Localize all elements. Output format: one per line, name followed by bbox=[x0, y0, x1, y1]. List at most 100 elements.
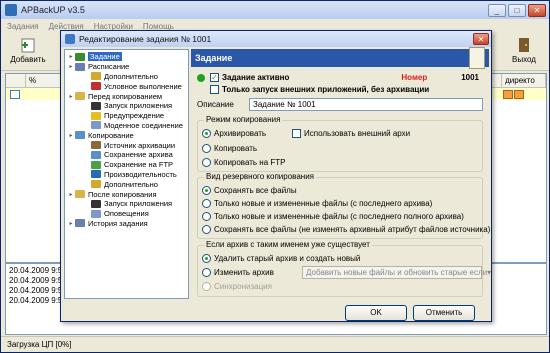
grid-col-blank[interactable] bbox=[6, 74, 26, 87]
tree-expander-icon[interactable]: ▸ bbox=[67, 220, 75, 227]
tree-node-icon bbox=[91, 199, 101, 208]
add-button-label: Добавить bbox=[10, 55, 46, 64]
backup-all-keep-attr-label: Сохранять все файлы (не изменять архивны… bbox=[214, 225, 491, 234]
active-status-icon bbox=[197, 73, 205, 82]
tree-item[interactable]: Запуск приложения bbox=[65, 101, 188, 111]
tree-node-icon bbox=[91, 101, 101, 110]
external-archiver-checkbox[interactable] bbox=[292, 129, 301, 138]
tree-item[interactable]: ▸ Перед копированием bbox=[65, 91, 188, 101]
tree-item[interactable]: ▸ Копирование bbox=[65, 130, 188, 140]
tree-item[interactable]: Дополнительно bbox=[65, 179, 188, 189]
archive-radio[interactable] bbox=[202, 129, 211, 138]
tree-expander-icon[interactable]: ▸ bbox=[67, 191, 75, 198]
tree-item[interactable]: ▸ Задание bbox=[65, 52, 188, 62]
status-x-icon bbox=[503, 89, 513, 99]
tree-node-icon bbox=[75, 52, 85, 61]
tree-node-icon bbox=[91, 150, 101, 159]
tree-item[interactable]: Условное выполнение bbox=[65, 81, 188, 91]
tree-item[interactable]: ▸ После копирования bbox=[65, 189, 188, 199]
copy-ftp-radio[interactable] bbox=[202, 158, 211, 167]
modify-archive-radio[interactable] bbox=[202, 268, 211, 277]
task-active-checkbox[interactable]: ✓ bbox=[210, 73, 219, 82]
close-button[interactable]: ✕ bbox=[528, 3, 546, 17]
tree-expander-icon[interactable]: ▸ bbox=[67, 53, 75, 60]
tree-item-label: Сохранение на FTP bbox=[104, 160, 174, 170]
tree-item-label: Дополнительно bbox=[104, 179, 158, 189]
tree-item[interactable]: Источник архивации bbox=[65, 140, 188, 150]
tree-item-label: Предупреждение bbox=[104, 111, 165, 121]
tree-node-icon bbox=[75, 190, 85, 199]
delete-old-radio[interactable] bbox=[202, 254, 211, 263]
backup-differential-radio[interactable] bbox=[202, 212, 211, 221]
copy-mode-group: Режим копирования Архивировать Использов… bbox=[197, 115, 483, 172]
update-mode-select[interactable]: Добавить новые файлы и обновить старые е… bbox=[302, 266, 491, 279]
tree-item-label: Производительность bbox=[104, 169, 177, 179]
backup-type-group: Вид резервного копирования Сохранять все… bbox=[197, 172, 490, 239]
copy-mode-legend: Режим копирования bbox=[204, 115, 283, 124]
tree-item[interactable]: Дополнительно bbox=[65, 72, 188, 82]
tree-item[interactable]: ▸ Расписание bbox=[65, 62, 188, 72]
tree-node-icon bbox=[75, 92, 85, 101]
tree-item-label: После копирования bbox=[88, 189, 157, 199]
archive-exists-group: Если архив с таким именем уже существует… bbox=[197, 240, 491, 297]
exit-button[interactable]: Выход bbox=[501, 35, 547, 69]
dialog-title-bar: Редактирование задания № 1001 ✕ bbox=[61, 31, 491, 47]
tree-item[interactable]: ▸ История задания bbox=[65, 219, 188, 229]
update-mode-value: Добавить новые файлы и обновить старые е… bbox=[306, 268, 488, 277]
status-x-icon bbox=[514, 89, 524, 99]
grid-col-directory[interactable]: директо bbox=[502, 74, 546, 87]
tree-expander-icon[interactable]: ▸ bbox=[67, 132, 75, 139]
minimize-button[interactable]: _ bbox=[488, 3, 506, 17]
copy-ftp-label: Копировать на FTP bbox=[214, 158, 286, 167]
tree-node-icon bbox=[75, 219, 85, 228]
task-active-label: Задание активно bbox=[222, 73, 290, 82]
backup-incremental-radio[interactable] bbox=[202, 199, 211, 208]
dialog-close-button[interactable]: ✕ bbox=[473, 33, 489, 45]
tree-item-label: Источник архивации bbox=[104, 140, 176, 150]
main-title-bar: APBackUP v3.5 _ □ ✕ bbox=[1, 1, 549, 19]
modify-archive-label: Изменить архив bbox=[214, 268, 274, 277]
add-button[interactable]: Добавить bbox=[5, 35, 51, 69]
edit-task-dialog: Редактирование задания № 1001 ✕ ▸ Задание… bbox=[60, 30, 492, 322]
tree-item-label: Оповещения bbox=[104, 209, 149, 219]
ok-button[interactable]: OK bbox=[345, 305, 407, 321]
settings-tree[interactable]: ▸ Задание ▸ Расписание Дополнительно Условное… bbox=[64, 49, 189, 299]
maximize-button[interactable]: □ bbox=[508, 3, 526, 17]
edit-icon bbox=[10, 89, 20, 99]
task-number: 1001 bbox=[461, 73, 479, 82]
tree-item[interactable]: Сохранение архива bbox=[65, 150, 188, 160]
sync-radio[interactable] bbox=[202, 282, 211, 291]
backup-all-keep-attr-radio[interactable] bbox=[202, 225, 211, 234]
tree-item[interactable]: Предупреждение bbox=[65, 111, 188, 121]
tree-node-icon bbox=[91, 170, 101, 179]
tree-expander-icon[interactable]: ▸ bbox=[67, 63, 75, 70]
menu-tasks[interactable]: Задания bbox=[7, 22, 39, 31]
tree-node-icon bbox=[91, 82, 101, 91]
status-bar: Загрузка ЦП [0%] bbox=[1, 336, 549, 352]
tree-expander-icon[interactable]: ▸ bbox=[67, 93, 75, 100]
settings-panel: Задание ✓ Задание активно Номер 1001 Тол… bbox=[191, 47, 491, 301]
chevron-down-icon: ▾ bbox=[487, 268, 492, 277]
only-launch-checkbox[interactable] bbox=[210, 85, 219, 94]
copy-radio[interactable] bbox=[202, 144, 211, 153]
dialog-title: Редактирование задания № 1001 bbox=[79, 34, 212, 44]
cpu-status: Загрузка ЦП [0%] bbox=[7, 340, 72, 349]
backup-all-radio[interactable] bbox=[202, 186, 211, 195]
tree-item-label: Расписание bbox=[88, 62, 130, 72]
tree-item[interactable]: Производительность bbox=[65, 170, 188, 180]
exit-button-label: Выход bbox=[512, 55, 536, 64]
backup-type-legend: Вид резервного копирования bbox=[204, 172, 316, 181]
tree-item[interactable]: Сохранение на FTP bbox=[65, 160, 188, 170]
description-input[interactable]: Задание № 1001 bbox=[249, 98, 483, 111]
tree-item-label: Задание bbox=[88, 52, 122, 62]
tree-item-label: Условное выполнение bbox=[104, 81, 182, 91]
dialog-app-icon bbox=[65, 34, 75, 44]
grid-col-percent[interactable]: % bbox=[26, 74, 64, 87]
tree-item[interactable]: Запуск приложения bbox=[65, 199, 188, 209]
tree-node-icon bbox=[91, 141, 101, 150]
backup-differential-label: Только новые и измененные файлы (с после… bbox=[214, 212, 464, 221]
tree-item[interactable]: Оповещения bbox=[65, 209, 188, 219]
cancel-button[interactable]: Отменить bbox=[413, 305, 475, 321]
tree-item-label: Запуск приложения bbox=[104, 199, 173, 209]
tree-item[interactable]: Моденное соединение bbox=[65, 121, 188, 131]
